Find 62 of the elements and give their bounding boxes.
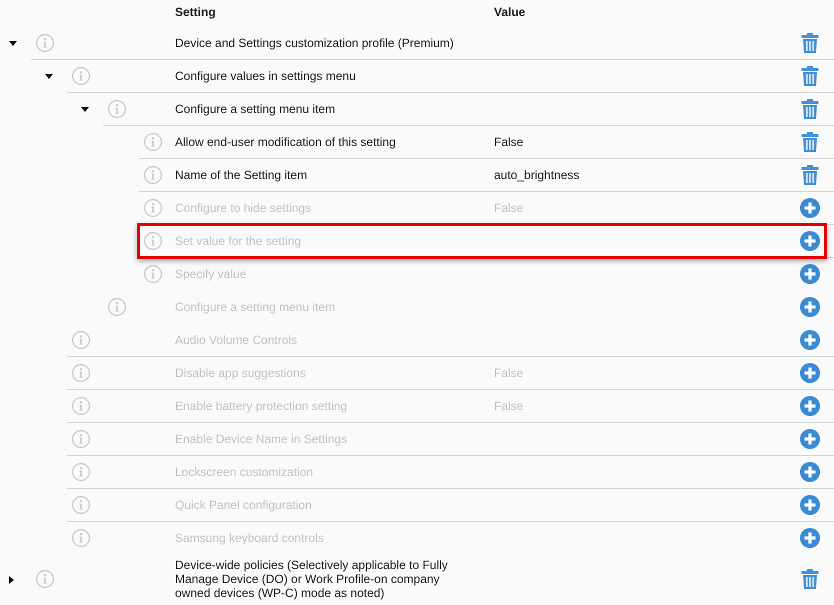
setting-value: False	[494, 366, 524, 380]
setting-label: Allow end-user modification of this setting	[175, 135, 396, 149]
setting-label: Configure to hide settings	[175, 201, 312, 215]
setting-label: Enable Device Name in Settings	[175, 432, 348, 446]
setting-label: Configure a setting menu item	[175, 102, 336, 116]
info-icon[interactable]	[144, 232, 162, 250]
column-header: Value	[494, 5, 526, 19]
caret-icon[interactable]	[45, 74, 53, 79]
trash-icon[interactable]	[801, 132, 819, 152]
info-icon[interactable]	[36, 570, 54, 588]
plus-circle-icon[interactable]	[800, 297, 820, 317]
setting-label: Device and Settings customization profile (Premium)	[175, 36, 454, 50]
info-icon[interactable]	[72, 496, 90, 514]
setting-label: Disable app suggestions	[175, 366, 306, 380]
caret-icon[interactable]	[9, 41, 17, 46]
setting-label: Quick Panel configuration	[175, 498, 312, 512]
plus-circle-icon[interactable]	[800, 396, 820, 416]
info-icon[interactable]	[144, 133, 162, 151]
plus-circle-icon[interactable]	[800, 429, 820, 449]
trash-icon[interactable]	[801, 66, 819, 86]
setting-label: Name of the Setting item	[175, 168, 308, 182]
plus-circle-icon[interactable]	[800, 528, 820, 548]
info-icon[interactable]	[144, 265, 162, 283]
plus-circle-icon[interactable]	[800, 264, 820, 284]
setting-label: Configure values in settings menu	[175, 69, 356, 83]
info-icon[interactable]	[108, 100, 126, 118]
trash-icon[interactable]	[801, 569, 819, 589]
plus-circle-icon[interactable]	[800, 198, 820, 218]
setting-label: Set value for the setting	[175, 234, 302, 248]
info-icon[interactable]	[72, 364, 90, 382]
plus-circle-icon[interactable]	[800, 330, 820, 350]
info-icon[interactable]	[72, 463, 90, 481]
plus-circle-icon[interactable]	[800, 231, 820, 251]
column-header: Setting	[175, 5, 216, 19]
setting-value: auto_brightness	[494, 168, 580, 182]
info-icon[interactable]	[72, 430, 90, 448]
caret-icon[interactable]	[81, 107, 89, 112]
caret-icon[interactable]	[9, 576, 14, 584]
setting-label: Enable battery protection setting	[175, 399, 348, 413]
info-icon[interactable]	[108, 298, 126, 316]
info-icon[interactable]	[72, 331, 90, 349]
trash-icon[interactable]	[801, 165, 819, 185]
setting-value: False	[494, 135, 524, 149]
info-icon[interactable]	[144, 199, 162, 217]
trash-icon[interactable]	[801, 33, 819, 53]
info-icon[interactable]	[72, 397, 90, 415]
setting-label: Samsung keyboard controls	[175, 531, 324, 545]
setting-label: Audio Volume Controls	[175, 333, 298, 347]
plus-circle-icon[interactable]	[800, 462, 820, 482]
plus-circle-icon[interactable]	[800, 495, 820, 515]
setting-value: False	[494, 201, 524, 215]
info-icon[interactable]	[72, 529, 90, 547]
info-icon[interactable]	[72, 67, 90, 85]
info-icon[interactable]	[36, 34, 54, 52]
info-icon[interactable]	[144, 166, 162, 184]
setting-label: Device-wide policies (Selectively applicable to Fully Manage Device (DO) or Work Profile-on company owned devices (WP-C) mode as noted)	[175, 558, 449, 600]
setting-label: Specify value	[175, 267, 246, 281]
setting-label: Lockscreen customization	[175, 465, 314, 479]
setting-label: Configure a setting menu item	[175, 300, 336, 314]
trash-icon[interactable]	[801, 99, 819, 119]
setting-value: False	[494, 399, 524, 413]
plus-circle-icon[interactable]	[800, 363, 820, 383]
